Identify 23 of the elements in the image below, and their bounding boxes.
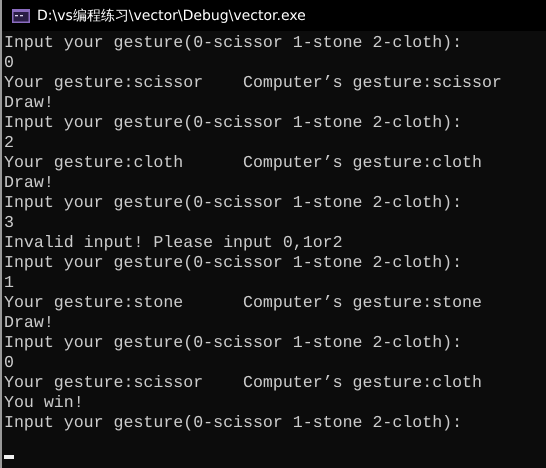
console-line: 2 — [4, 133, 15, 153]
console-line: 0 — [4, 353, 15, 373]
console-line: Draw! — [4, 173, 55, 193]
console-line: 3 — [4, 213, 15, 233]
console-line: Your gesture:scissor Computer’s gesture:cloth — [4, 373, 483, 393]
console-line: Input your gesture(0-scissor 1-stone 2-cloth): — [4, 33, 464, 53]
text-cursor — [4, 455, 14, 459]
console-line: Draw! — [4, 313, 55, 333]
console-line: Your gesture:stone Computer’s gesture:stone — [4, 293, 483, 313]
console-line: Input your gesture(0-scissor 1-stone 2-cloth): — [4, 333, 464, 353]
window-title: D:\vs编程练习\vector\Debug\vector.exe — [37, 6, 306, 24]
console-line: Input your gesture(0-scissor 1-stone 2-cloth): — [4, 413, 464, 433]
console-line: Input your gesture(0-scissor 1-stone 2-cloth): — [4, 193, 464, 213]
console-line: Your gesture:cloth Computer’s gesture:cloth — [4, 153, 483, 173]
console-line: 1 — [4, 273, 15, 293]
console-line: Input your gesture(0-scissor 1-stone 2-cloth): — [4, 253, 464, 273]
console-line: Invalid input! Please input 0,1or2 — [4, 233, 344, 253]
console-line: Draw! — [4, 93, 55, 113]
console-line: You win! — [4, 393, 85, 413]
console-line: 0 — [4, 53, 15, 73]
console-app-icon — [12, 8, 30, 22]
console-line: Input your gesture(0-scissor 1-stone 2-cloth): — [4, 113, 464, 133]
console-line: Your gesture:scissor Computer’s gesture:scissor — [4, 73, 503, 93]
